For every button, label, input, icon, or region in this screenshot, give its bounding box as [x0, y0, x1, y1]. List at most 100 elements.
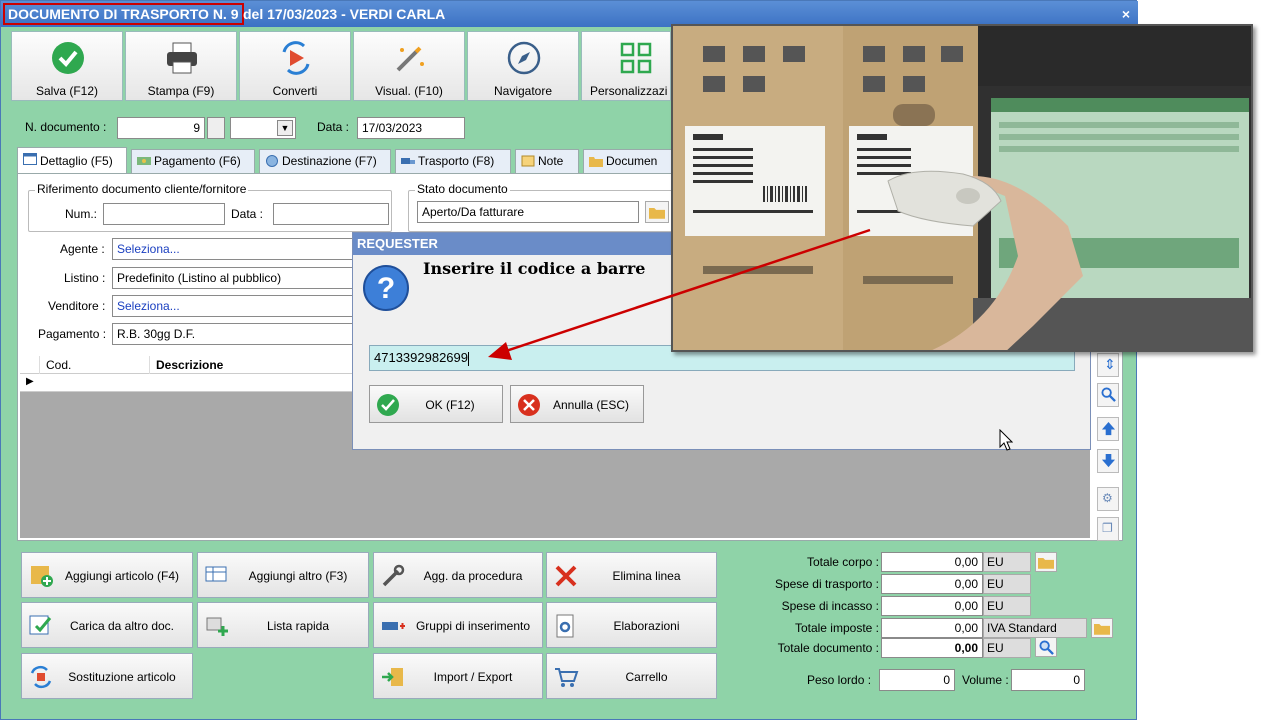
- text-cursor: [468, 351, 469, 366]
- date-field[interactable]: 17/03/2023: [357, 117, 465, 139]
- action-label: Carica da altro doc.: [69, 619, 175, 633]
- money-icon: [137, 157, 151, 165]
- ref-num-label: Num.:: [65, 207, 98, 221]
- cart-button[interactable]: Carrello: [546, 653, 717, 699]
- ok-button[interactable]: OK (F12): [369, 385, 503, 423]
- search-button[interactable]: [1097, 383, 1119, 407]
- wrench-icon: [382, 564, 405, 587]
- collection-cost-value[interactable]: 0,00: [881, 596, 983, 616]
- updown-icon: ⇕: [1104, 356, 1116, 372]
- add-other-button[interactable]: Aggiungi altro (F3): [197, 552, 369, 598]
- move-up-button[interactable]: [1097, 417, 1119, 441]
- action-label: Carrello: [625, 670, 668, 684]
- svg-text:?: ?: [377, 272, 395, 305]
- cancel-button[interactable]: Annulla (ESC): [510, 385, 644, 423]
- printer-icon: [167, 42, 197, 74]
- tab-dettaglio[interactable]: Dettaglio (F5): [17, 147, 127, 173]
- add-article-button[interactable]: Aggiungi articolo (F4): [21, 552, 193, 598]
- truck-icon: [401, 158, 415, 164]
- action-label: Agg. da procedura: [423, 569, 523, 583]
- convert-button[interactable]: Converti: [239, 31, 351, 101]
- group-insert-icon: [382, 622, 405, 630]
- convert-label: Converti: [272, 84, 318, 98]
- import-export-icon: [382, 668, 403, 686]
- check-circle-icon: [52, 42, 84, 74]
- total-document-label: Totale documento :: [777, 641, 879, 655]
- tab-note[interactable]: Note: [515, 149, 579, 173]
- add-from-procedure-button[interactable]: Agg. da procedura: [373, 552, 543, 598]
- magic-wand-icon: [396, 46, 424, 72]
- replace-article-button[interactable]: Sostituzione articolo: [21, 653, 193, 699]
- scanner-photo-image: [673, 26, 1251, 350]
- navigator-label: Navigatore: [493, 84, 553, 98]
- move-updown-button[interactable]: ⇕: [1097, 353, 1119, 377]
- compass-icon: [507, 41, 541, 75]
- document-series-select[interactable]: ▼: [230, 117, 296, 139]
- save-button[interactable]: Salva (F12): [11, 31, 123, 101]
- add-row-icon: [205, 566, 227, 582]
- customer-reference-title: Riferimento documento cliente/fornitore: [35, 182, 249, 196]
- cancel-x-icon: [518, 394, 540, 416]
- tab-pagamento[interactable]: Pagamento (F6): [131, 149, 255, 173]
- grid-indicator-header: [20, 356, 40, 374]
- document-number-spinner[interactable]: [207, 117, 225, 139]
- total-document-zoom-button[interactable]: [1035, 637, 1057, 657]
- folder-icon: [1038, 558, 1054, 569]
- transport-cost-value[interactable]: 0,00: [881, 574, 983, 594]
- tab-label: Dettaglio (F5): [40, 154, 113, 168]
- globe-icon: [266, 155, 278, 167]
- ref-num-field[interactable]: [103, 203, 225, 225]
- total-document-unit: EU: [983, 638, 1031, 658]
- insert-groups-button[interactable]: Gruppi di inserimento: [373, 602, 543, 648]
- delete-x-icon: [555, 565, 577, 587]
- grid-col-cod[interactable]: Cod.: [40, 356, 150, 374]
- action-label: Gruppi di inserimento: [415, 619, 531, 633]
- import-export-button[interactable]: Import / Export: [373, 653, 543, 699]
- print-button[interactable]: Stampa (F9): [125, 31, 237, 101]
- total-taxes-unit: IVA Standard: [983, 618, 1087, 638]
- tab-label: Documen: [606, 154, 658, 168]
- gross-weight-field[interactable]: 0: [879, 669, 955, 691]
- zoom-icon: [1039, 640, 1054, 655]
- total-body-label: Totale corpo :: [806, 555, 879, 569]
- date-label: Data :: [317, 120, 350, 134]
- action-label: Elaborazioni: [613, 619, 680, 633]
- move-down-button[interactable]: [1097, 449, 1119, 473]
- delete-line-button[interactable]: Elimina linea: [546, 552, 717, 598]
- tab-destinazione[interactable]: Destinazione (F7): [259, 149, 391, 173]
- ref-date-field[interactable]: [273, 203, 389, 225]
- ok-label: OK (F12): [425, 398, 475, 412]
- grid-col-desc[interactable]: Descrizione: [150, 356, 370, 374]
- gear-icon: ⚙: [1102, 491, 1113, 505]
- collection-cost-unit: EU: [983, 596, 1031, 616]
- total-body-folder-button[interactable]: [1035, 552, 1057, 572]
- table-row[interactable]: ▶: [20, 374, 360, 392]
- visual-button[interactable]: Visual. (F10): [353, 31, 465, 101]
- convert-icon: [282, 41, 310, 75]
- mouse-cursor-icon: [999, 429, 1013, 451]
- gross-weight-label: Peso lordo :: [807, 673, 872, 687]
- elaborations-button[interactable]: Elaborazioni: [546, 602, 717, 648]
- navigator-button[interactable]: Navigatore: [467, 31, 579, 101]
- tab-documenti[interactable]: Documen: [583, 149, 673, 173]
- arrow-down-icon: [1101, 453, 1116, 468]
- row-indicator-icon: ▶: [26, 376, 34, 387]
- total-taxes-value: 0,00: [881, 618, 983, 638]
- customize-button[interactable]: Personalizzazi: [581, 31, 671, 101]
- document-gear-icon: [556, 614, 574, 638]
- tab-trasporto[interactable]: Trasporto (F8): [395, 149, 511, 173]
- copy-button[interactable]: ❐: [1097, 517, 1119, 541]
- taxes-folder-button[interactable]: [1091, 618, 1113, 638]
- status-folder-button[interactable]: [645, 201, 669, 223]
- quick-list-button[interactable]: Lista rapida: [197, 602, 369, 648]
- grid-icon: [620, 42, 652, 74]
- tab-label: Pagamento (F6): [154, 154, 241, 168]
- cancel-label: Annulla (ESC): [552, 398, 630, 412]
- document-status-field[interactable]: Aperto/Da fatturare: [417, 201, 639, 223]
- volume-field[interactable]: 0: [1011, 669, 1085, 691]
- document-number-field[interactable]: 9: [117, 117, 205, 139]
- quick-add-icon: [206, 617, 228, 636]
- settings-button[interactable]: ⚙: [1097, 487, 1119, 511]
- payment-field[interactable]: R.B. 30gg D.F.: [112, 323, 362, 345]
- load-from-doc-button[interactable]: Carica da altro doc.: [21, 602, 193, 648]
